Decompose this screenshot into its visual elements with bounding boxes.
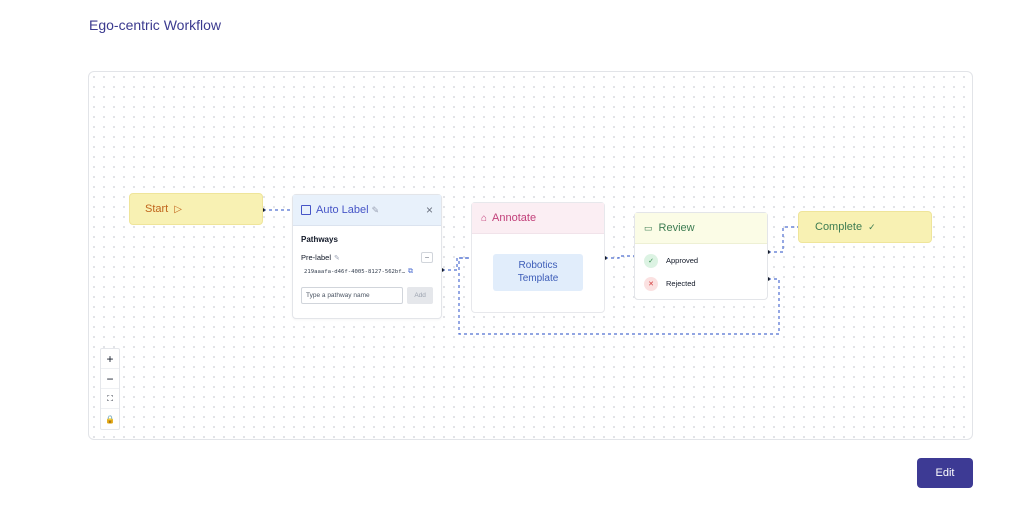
template-chip[interactable]: Robotics Template — [493, 254, 583, 291]
complete-label: Complete — [815, 221, 863, 233]
x-icon: ✕ — [644, 276, 658, 291]
complete-node[interactable]: Complete ✓ — [798, 211, 932, 243]
pathway-row: Pre-label ✎ − — [293, 244, 441, 263]
frame-icon — [301, 205, 311, 215]
edge-annotate-review — [605, 255, 636, 259]
edit-button[interactable]: Edit — [917, 458, 973, 488]
review-outcome-rejected: ✕ Rejected — [635, 272, 767, 295]
zoom-out-button[interactable]: − — [101, 369, 119, 389]
pathway-id: 219aaafa-d46f-4005-8127-562bf… — [304, 268, 406, 275]
review-outcome-approved: ✓ Approved — [635, 249, 767, 272]
remove-pathway-button[interactable]: − — [421, 252, 433, 263]
zoom-in-button[interactable]: + — [101, 349, 119, 369]
workflow-canvas[interactable]: Start ▷ Auto Label ✎ × Pathways Pre-labe… — [88, 71, 973, 440]
auto-label-node[interactable]: Auto Label ✎ × Pathways Pre-label ✎ − 21… — [292, 194, 442, 319]
tag-icon: ⌂ — [481, 212, 488, 224]
fit-view-button[interactable]: ⛶ — [101, 389, 119, 409]
edge-review-approved-complete — [768, 226, 800, 253]
outcome-label: Approved — [666, 256, 699, 265]
pathway-name: Pre-label — [301, 253, 332, 262]
monitor-icon: ▭ — [644, 222, 653, 233]
annotate-title: Annotate — [492, 212, 537, 224]
check-icon: ✓ — [644, 253, 658, 268]
edge-autolabel-annotate — [442, 257, 473, 271]
template-name-line1: Robotics — [518, 260, 558, 271]
outcome-label: Rejected — [666, 279, 696, 288]
pathways-heading: Pathways — [301, 235, 338, 244]
edit-pencil-icon[interactable]: ✎ — [334, 254, 340, 262]
start-node[interactable]: Start ▷ — [129, 193, 263, 225]
check-icon: ✓ — [868, 221, 876, 232]
edit-pencil-icon[interactable]: ✎ — [372, 205, 380, 216]
canvas-controls: + − ⛶ 🔒 — [100, 348, 120, 430]
pathway-id-row: 219aaafa-d46f-4005-8127-562bf… ⧉ — [293, 263, 441, 276]
auto-label-header: Auto Label ✎ × — [293, 195, 441, 226]
close-icon[interactable]: × — [426, 203, 433, 217]
auto-label-title: Auto Label — [316, 204, 369, 216]
pathway-name-input[interactable] — [301, 287, 404, 304]
start-label: Start — [145, 203, 169, 215]
copy-icon[interactable]: ⧉ — [408, 267, 413, 276]
annotate-node[interactable]: ⌂ Annotate Robotics Template — [471, 202, 605, 313]
add-pathway-button[interactable]: Add — [407, 287, 433, 304]
pathway-input-row: Add — [293, 276, 441, 304]
page-title: Ego-centric Workflow — [89, 17, 222, 33]
template-name-line2: Template — [517, 273, 559, 284]
play-icon: ▷ — [174, 203, 182, 215]
annotate-header: ⌂ Annotate — [472, 203, 604, 234]
review-node[interactable]: ▭ Review ✓ Approved ✕ Rejected — [634, 212, 768, 300]
review-title: Review — [658, 222, 695, 234]
lock-button[interactable]: 🔒 — [101, 409, 119, 429]
review-header: ▭ Review — [635, 213, 767, 244]
